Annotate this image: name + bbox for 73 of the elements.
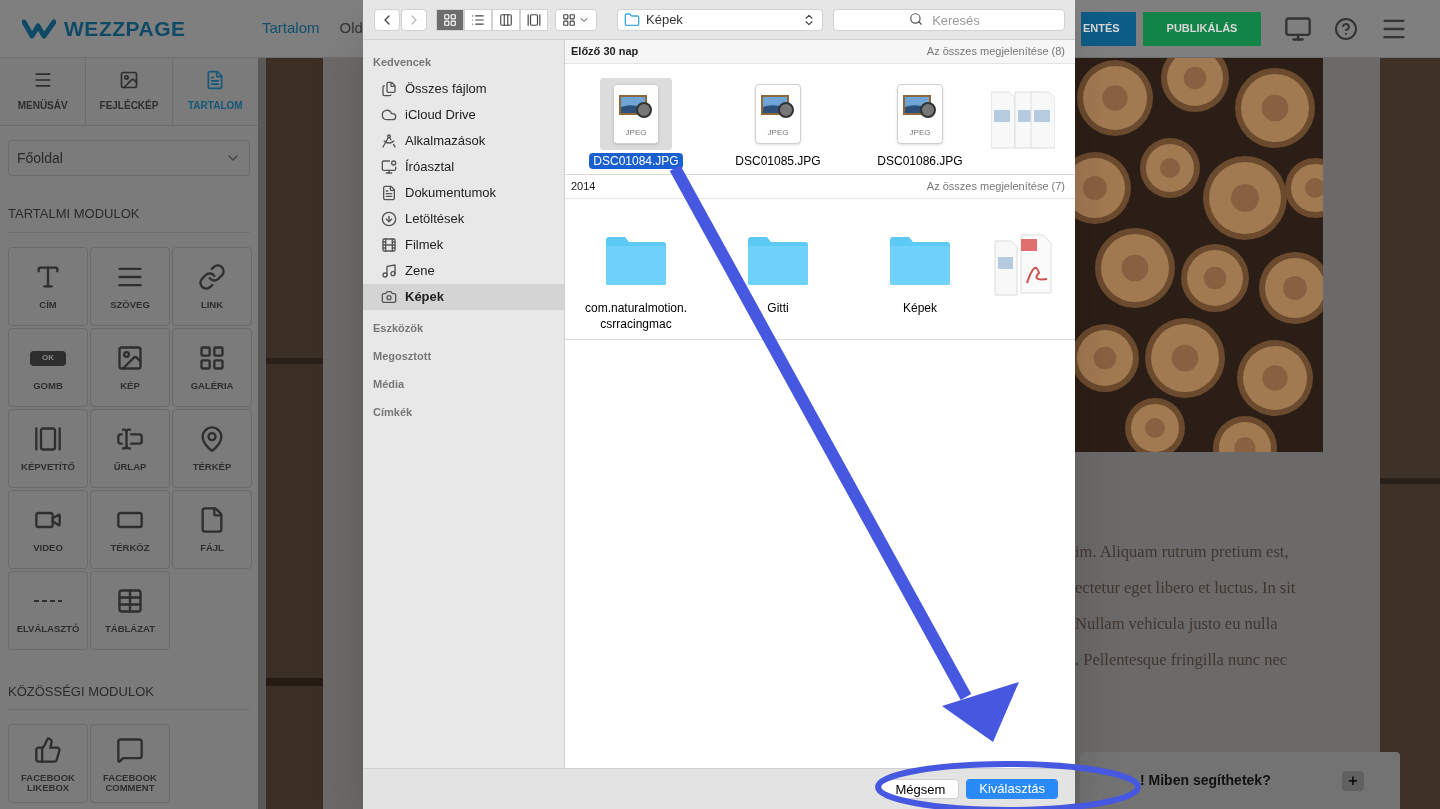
thumbs-up-icon [34,735,62,764]
module-tile[interactable]: CÍM [8,246,88,326]
icon-grid-icon [443,12,457,27]
help-icon[interactable] [1334,16,1358,41]
module-tile[interactable]: ŰRLAP [90,408,170,488]
logo-mark-icon [22,17,56,40]
module-tile[interactable]: KÉPVETÍTŐ [8,408,88,488]
module-tile[interactable]: SZÖVEG [90,246,170,326]
module-tile[interactable]: OK GOMB [8,327,88,407]
image-icon [119,70,139,90]
view-mode-button[interactable] [436,8,464,31]
section-heading: KÖZÖSSÉGI MODULOK [8,681,250,710]
module-tile[interactable]: FACEBOOK COMMENT [90,724,170,803]
module-tile[interactable]: VIDEO [8,489,88,569]
module-label: KÉP [119,381,141,391]
table-icon [116,587,144,615]
page-select[interactable]: Főoldal [8,140,250,176]
module-tile[interactable]: FACEBOOK LIKEBOX [8,724,88,803]
module-label: ŰRLAP [112,462,148,472]
module-label: SZÖVEG [109,300,151,310]
sidebar-tab[interactable]: MENÜSÁV [0,58,87,125]
module-label: ELVÁLASZTÓ [15,624,81,634]
module-tile[interactable]: LINK [172,246,252,326]
columns-icon [499,12,513,27]
cover-flow-icon [527,12,541,27]
module-tile[interactable]: KÉP [90,327,170,407]
module-tile[interactable]: TÁBLÁZAT [90,570,170,650]
view-mode-button[interactable] [492,8,520,31]
slideshow-icon [34,425,62,453]
save-button[interactable]: ENTÉS [1081,11,1136,46]
nav-link[interactable]: Tartalom [262,17,320,40]
logo-text: WEZZPAGE [64,15,186,42]
module-label: FACEBOOK COMMENT [102,772,158,793]
module-label: VIDEO [32,543,64,553]
module-tile[interactable]: TÉRKÖZ [90,489,170,569]
folder-icon [624,11,640,28]
ok-button-icon: OK [30,350,66,366]
arrange-button[interactable] [555,8,597,31]
nav-link[interactable]: Old [339,17,363,40]
module-label: TÉRKÖZ [109,543,151,553]
dashed-line-icon [34,599,62,603]
view-mode-button[interactable] [520,8,548,31]
section-title: Előző 30 nap [571,44,639,60]
document-icon [205,70,226,90]
image-icon [116,344,144,372]
view-mode-button[interactable] [464,8,492,31]
icon-grid-icon [562,12,576,27]
module-label: FÁJL [199,543,225,553]
location-popup[interactable]: Képek [617,8,823,31]
link-icon [198,263,226,291]
module-label: GOMB [32,381,64,391]
section-heading: TARTALMI MODULOK [8,204,250,233]
module-label: TÁBLÁZAT [104,624,156,634]
module-label: TÉRKÉP [191,462,233,472]
publish-button[interactable]: PUBLIKÁLÁS [1143,11,1261,46]
module-label: LINK [199,300,225,310]
module-label: KÉPVETÍTŐ [20,462,76,472]
monitor-icon[interactable] [1284,14,1312,43]
back-button[interactable] [374,8,400,31]
module-label: CÍM [38,300,58,310]
list-icon [471,12,485,27]
sidebar-tab[interactable]: FEJLÉCKÉP [86,58,173,125]
module-tile[interactable]: ELVÁLASZTÓ [8,570,88,650]
module-tile[interactable]: GALÉRIA [172,327,252,407]
show-all-link[interactable]: Az összes megjelenítése (8) [926,43,1065,60]
search-field[interactable]: Keresés [833,9,1065,31]
search-icon [909,11,923,26]
module-label: FACEBOOK LIKEBOX [20,772,76,793]
module-label: GALÉRIA [189,381,235,391]
speech-bubble-icon [116,735,144,764]
module-tile[interactable]: TÉRKÉP [172,408,252,488]
module-tile[interactable]: FÁJL [172,489,252,569]
grid-icon [198,344,226,372]
